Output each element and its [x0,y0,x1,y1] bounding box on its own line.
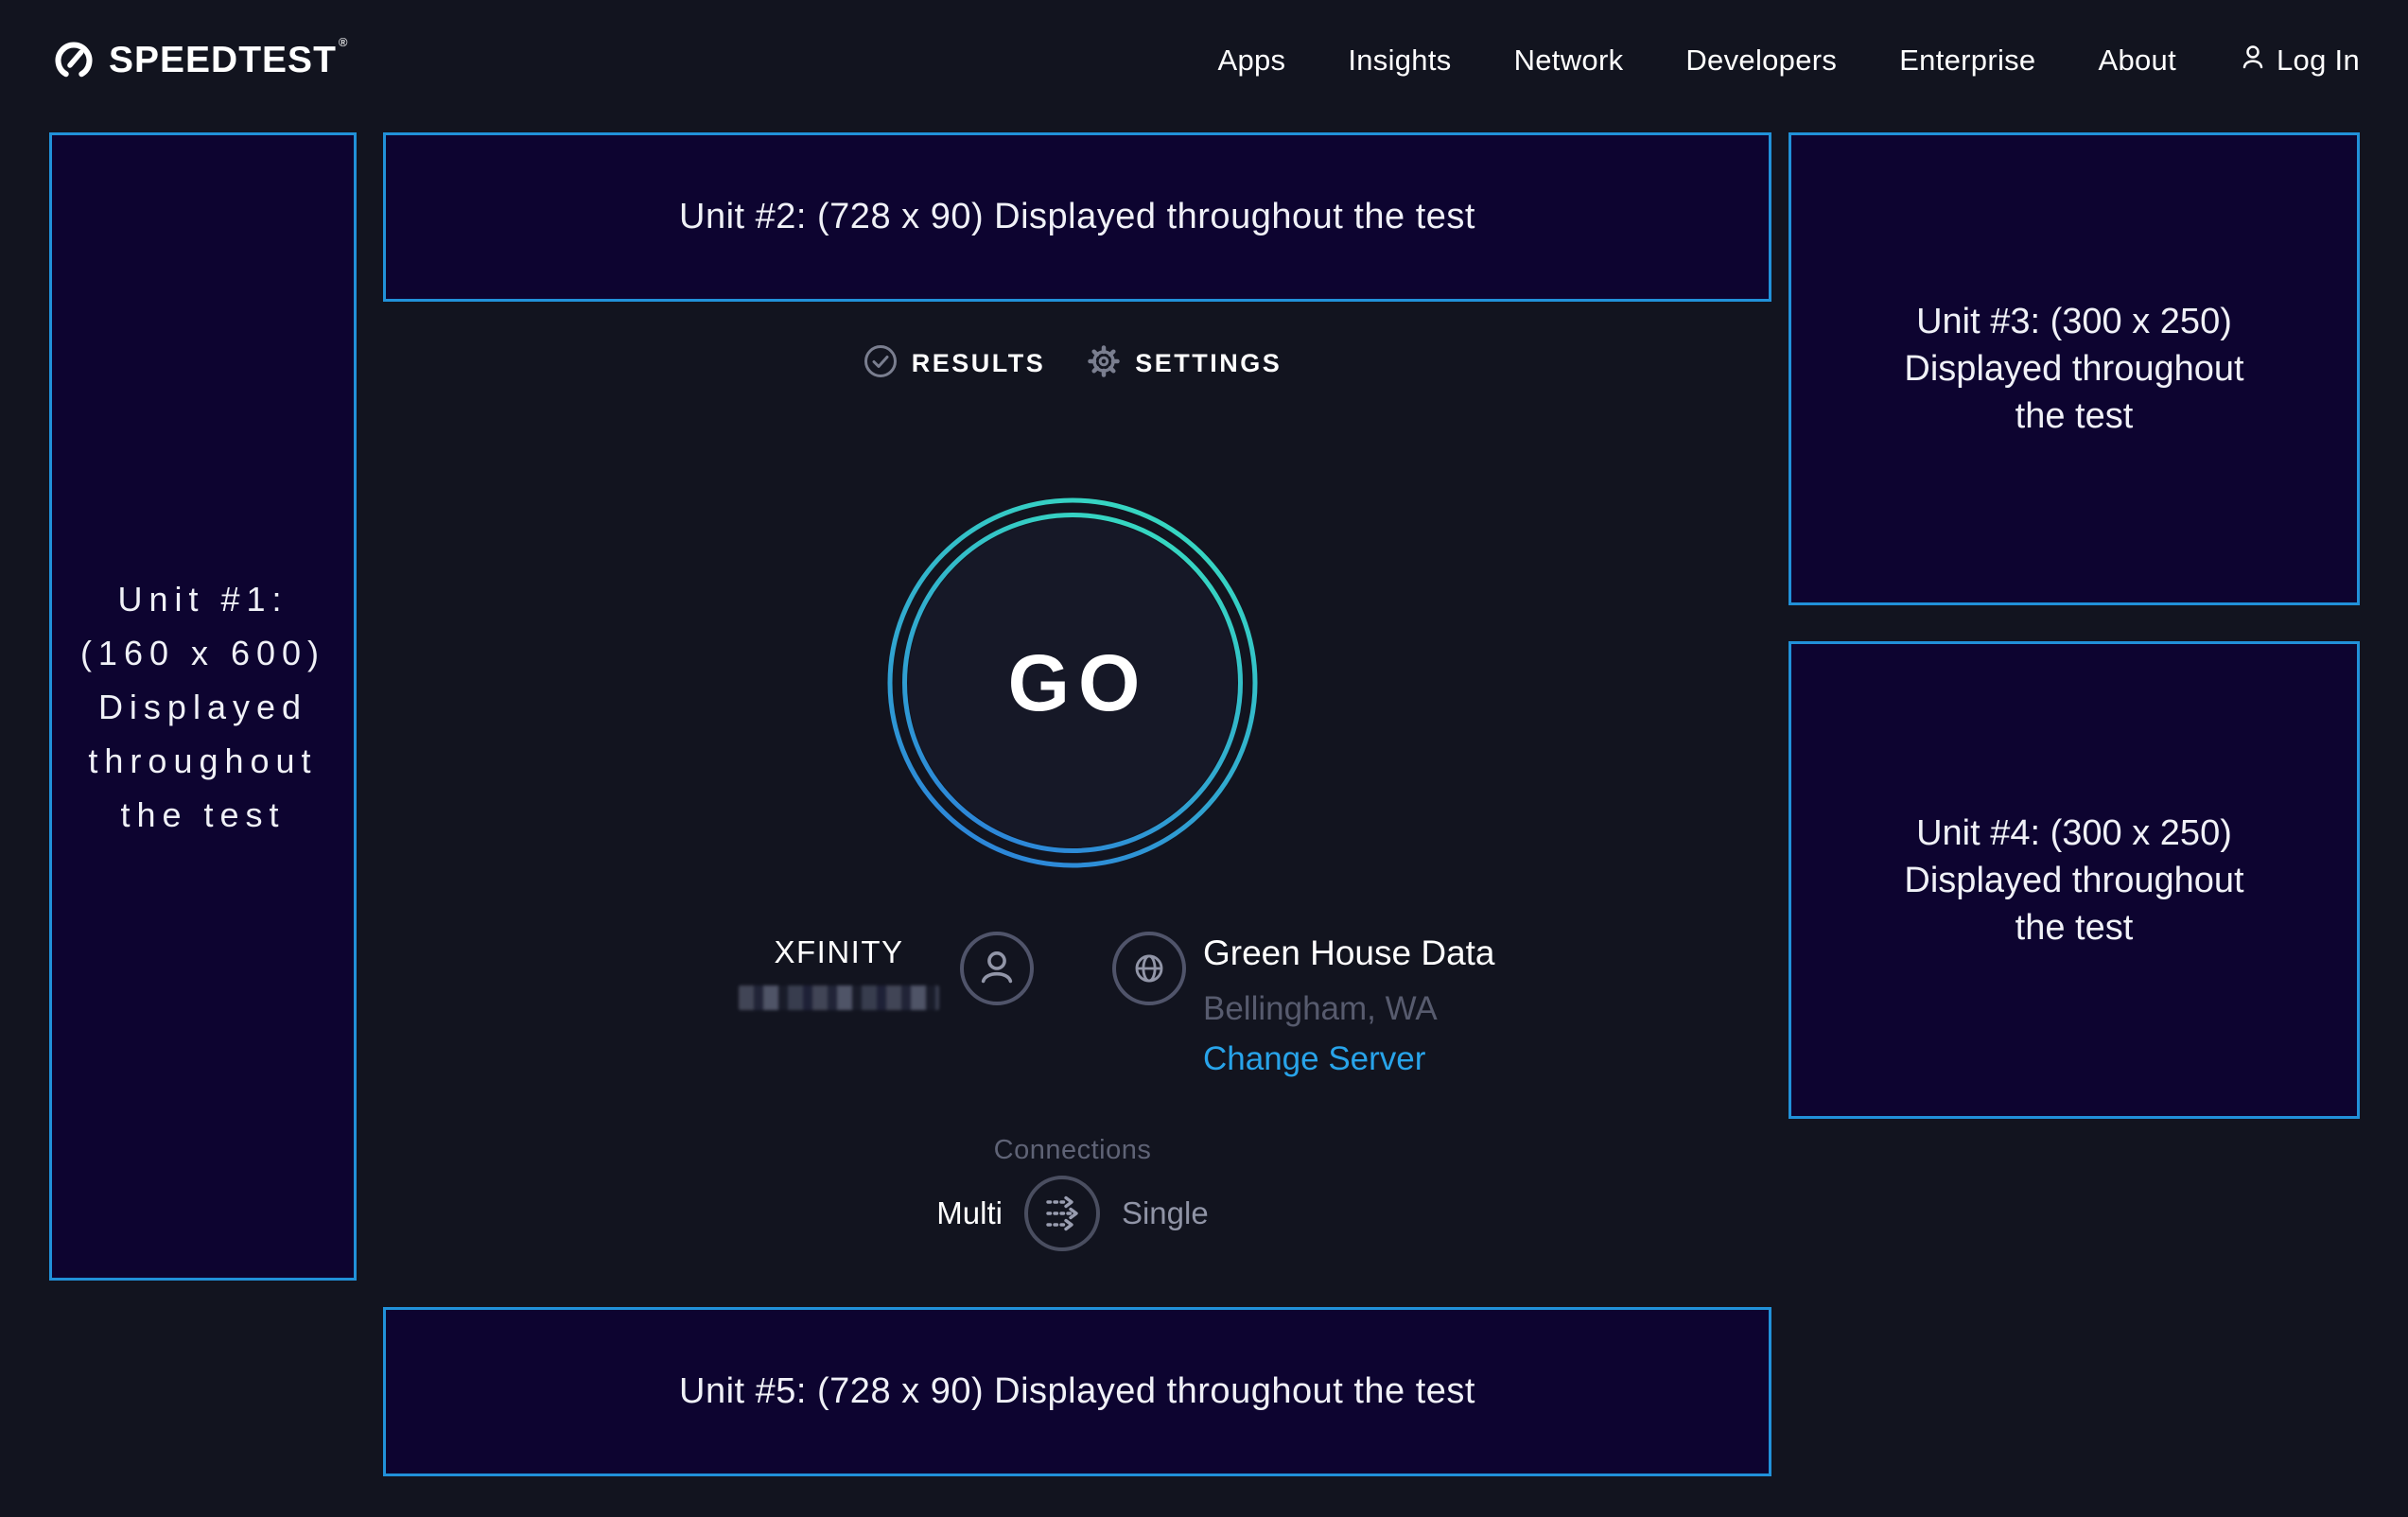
isp-block: XFINITY [730,934,948,1010]
trademark-mark: ® [339,35,349,49]
tab-results-label: RESULTS [912,349,1046,378]
go-button-label: GO [883,494,1262,872]
multi-stream-arrows-icon [1023,1175,1101,1252]
top-nav: SPEEDTEST® Apps Insights Network Develop… [0,0,2408,121]
server-location: Bellingham, WA [1203,991,1495,1027]
connections-option-single[interactable]: Single [1122,1195,1209,1231]
ad-unit-3[interactable]: Unit #3: (300 x 250) Displayed throughou… [1789,132,2360,605]
ad-unit-3-label: Unit #3: (300 x 250) Displayed throughou… [1904,298,2243,440]
tab-settings-label: SETTINGS [1135,349,1282,378]
speedtest-logo[interactable]: SPEEDTEST® [52,0,348,121]
nav-item-enterprise[interactable]: Enterprise [1899,44,2035,78]
nav-login[interactable]: Log In [2239,43,2360,78]
check-circle-icon [864,344,898,383]
ad-unit-4-label: Unit #4: (300 x 250) Displayed throughou… [1904,810,2243,951]
gear-icon [1087,344,1121,383]
view-tabs: RESULTS SETTINGS [789,340,1356,386]
person-icon [960,932,1034,1005]
ad-unit-5-label: Unit #5: (728 x 90) Displayed throughout… [679,1371,1475,1412]
isp-name: XFINITY [774,934,903,970]
go-button[interactable]: GO [883,494,1262,872]
connections-heading: Connections [883,1135,1262,1166]
login-label: Log In [2277,44,2360,78]
redacted-ip-address [739,985,939,1010]
change-server-link[interactable]: Change Server [1203,1041,1425,1077]
ad-unit-1[interactable]: Unit #1: (160 x 600) Displayed throughou… [49,132,357,1281]
connections-toggle[interactable] [1023,1175,1101,1252]
globe-icon [1112,932,1186,1005]
server-name: Green House Data [1203,934,1495,972]
ad-unit-5[interactable]: Unit #5: (728 x 90) Displayed throughout… [383,1307,1771,1476]
logo-text: SPEEDTEST® [109,40,348,81]
speedometer-icon [52,37,96,85]
nav-item-network[interactable]: Network [1514,44,1624,78]
nav-item-insights[interactable]: Insights [1348,44,1451,78]
ad-unit-4[interactable]: Unit #4: (300 x 250) Displayed throughou… [1789,641,2360,1119]
ad-unit-2-label: Unit #2: (728 x 90) Displayed throughout… [679,197,1475,237]
nav-item-apps[interactable]: Apps [1217,44,1285,78]
person-icon [2239,43,2267,78]
tab-settings[interactable]: SETTINGS [1087,344,1282,383]
nav-item-about[interactable]: About [2098,44,2176,78]
server-block: Green House Data Bellingham, WA Change S… [1203,934,1495,1077]
nav-menu: Apps Insights Network Developers Enterpr… [1217,0,2360,121]
connections-row: Multi Single [789,1174,1356,1253]
connections-option-multi[interactable]: Multi [936,1195,1003,1231]
tab-results[interactable]: RESULTS [864,344,1046,383]
nav-item-developers[interactable]: Developers [1685,44,1837,78]
ad-unit-1-label: Unit #1: (160 x 600) Displayed throughou… [80,572,325,842]
ad-unit-2[interactable]: Unit #2: (728 x 90) Displayed throughout… [383,132,1771,302]
